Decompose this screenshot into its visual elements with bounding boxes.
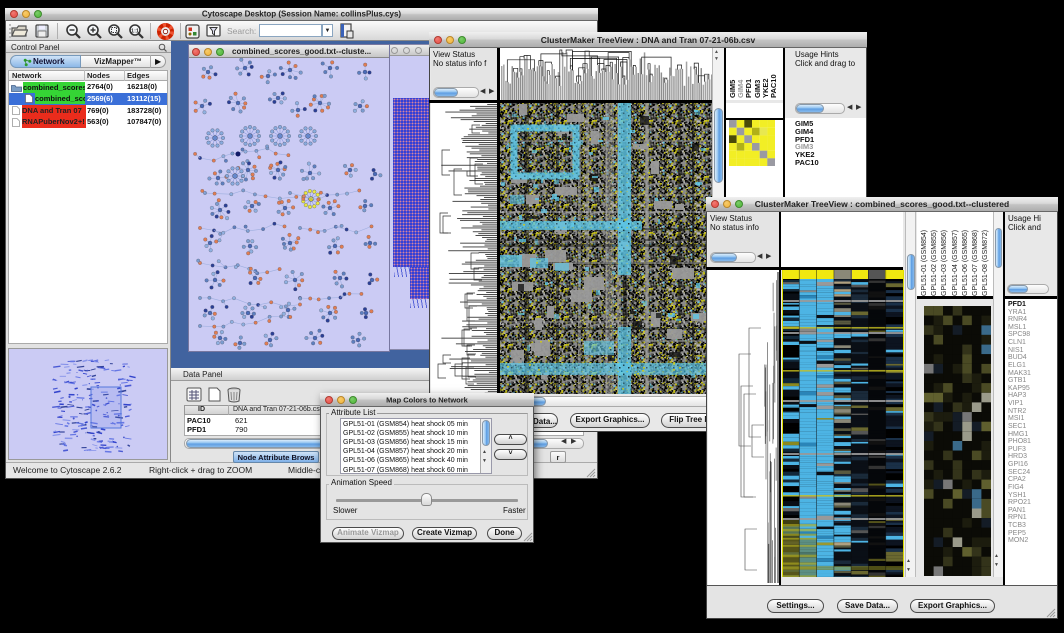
svg-text:1:1: 1:1: [131, 29, 139, 35]
